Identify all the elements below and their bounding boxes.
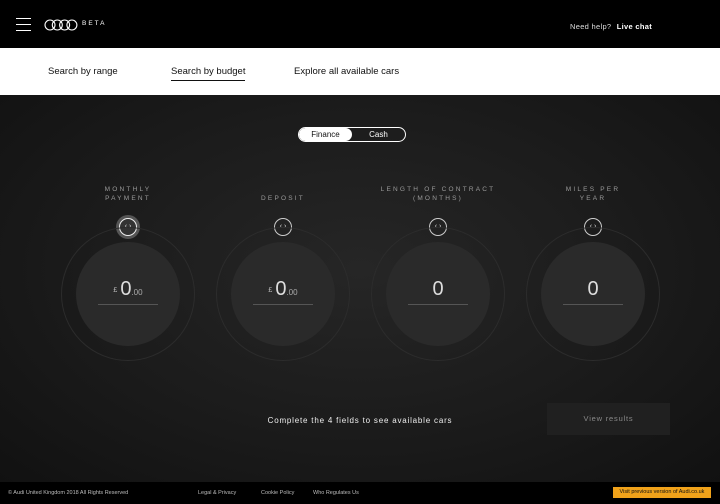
deposit-input[interactable]: £0.00 <box>231 242 335 346</box>
field-value: 0 <box>120 278 132 300</box>
toggle-cash[interactable]: Cash <box>352 128 405 141</box>
contract-length-input[interactable]: 0 <box>386 242 490 346</box>
field-deposit: DEPOSIT ‹ › £0.00 <box>216 181 350 361</box>
input-underline <box>98 304 158 305</box>
help-text: Need help? Live chat <box>570 22 652 31</box>
footer-link-cookie-policy[interactable]: Cookie Policy <box>261 490 294 496</box>
currency-symbol: £ <box>113 287 118 294</box>
currency-symbol: £ <box>268 287 273 294</box>
menu-icon[interactable] <box>16 18 31 31</box>
field-miles-per-year: MILES PER YEAR ‹ › 0 <box>526 181 660 361</box>
previous-version-button[interactable]: Visit previous version of Audi.co.uk <box>613 487 711 498</box>
audi-rings-logo[interactable] <box>44 19 78 31</box>
field-decimals: .00 <box>131 288 143 297</box>
input-underline <box>563 304 623 305</box>
search-nav: Search by range Search by budget Explore… <box>0 48 720 95</box>
footer: © Audi United Kingdom 2018 All Rights Re… <box>0 482 720 504</box>
finance-cash-toggle[interactable]: Finance Cash <box>298 127 406 142</box>
help-prompt: Need help? <box>570 22 612 31</box>
nav-search-by-budget[interactable]: Search by budget <box>171 66 246 81</box>
field-value: 0 <box>432 278 444 300</box>
nav-search-by-range[interactable]: Search by range <box>48 66 118 80</box>
top-bar: BETA Need help? Live chat <box>0 0 720 48</box>
field-label: MILES PER YEAR <box>565 186 621 202</box>
monthly-payment-input[interactable]: £0.00 <box>76 242 180 346</box>
footer-link-who-regulates-us[interactable]: Who Regulates Us <box>313 490 359 496</box>
footer-link-legal-privacy[interactable]: Legal & Privacy <box>198 490 236 496</box>
field-label: DEPOSIT <box>261 195 305 202</box>
input-underline <box>408 304 468 305</box>
field-label: MONTHLY PAYMENT <box>104 186 152 202</box>
field-value: 0 <box>587 278 599 300</box>
copyright-text: © Audi United Kingdom 2018 All Rights Re… <box>8 490 129 496</box>
beta-label: BETA <box>82 20 107 27</box>
field-value: 0 <box>275 278 287 300</box>
miles-per-year-input[interactable]: 0 <box>541 242 645 346</box>
field-contract-length: LENGTH OF CONTRACT (MONTHS) ‹ › 0 <box>371 181 505 361</box>
instruction-text: Complete the 4 fields to see available c… <box>267 416 453 425</box>
input-underline <box>253 304 313 305</box>
field-monthly-payment: MONTHLY PAYMENT ‹ › £0.00 <box>61 181 195 361</box>
budget-search-panel: Finance Cash MONTHLY PAYMENT ‹ › £0.00 D… <box>0 95 720 482</box>
toggle-finance[interactable]: Finance <box>299 128 352 141</box>
live-chat-link[interactable]: Live chat <box>617 22 652 31</box>
field-label: LENGTH OF CONTRACT (MONTHS) <box>380 186 496 202</box>
field-decimals: .00 <box>286 288 298 297</box>
nav-explore-all-cars[interactable]: Explore all available cars <box>294 66 399 80</box>
